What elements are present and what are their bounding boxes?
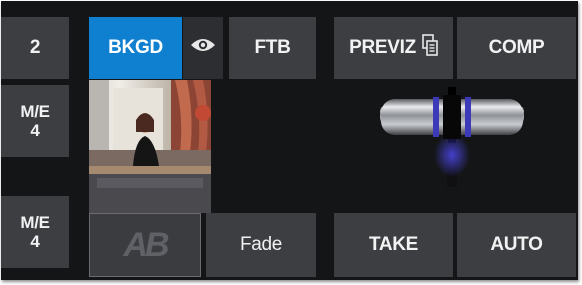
- fade-button[interactable]: Fade: [206, 213, 316, 277]
- comp-button[interactable]: COMP: [457, 17, 576, 79]
- copy-icon: [422, 34, 438, 62]
- transition-preview-thumbnail: [89, 80, 211, 213]
- comp-label: COMP: [488, 37, 545, 58]
- previz-label: PREVIZ: [349, 37, 416, 58]
- input-2-label: 2: [29, 37, 41, 58]
- ftb-button[interactable]: FTB: [229, 17, 316, 79]
- fade-label: Fade: [239, 234, 283, 255]
- bkgd-button[interactable]: BKGD: [89, 17, 182, 79]
- me4-bottom-line2: 4: [30, 232, 40, 251]
- preview-eye-button[interactable]: [183, 17, 223, 79]
- auto-button[interactable]: AUTO: [457, 213, 576, 277]
- transition-ab-button[interactable]: AB: [89, 213, 201, 277]
- me4-top-button[interactable]: M/E 4: [1, 85, 69, 157]
- t-bar-slider[interactable]: [377, 87, 527, 191]
- previz-button[interactable]: PREVIZ: [334, 17, 453, 79]
- input-2-button[interactable]: 2: [1, 17, 69, 79]
- me4-top-line1: M/E: [20, 102, 50, 121]
- eye-icon: [190, 37, 216, 59]
- take-label: TAKE: [368, 234, 419, 255]
- switcher-panel: 2 M/E 4 M/E 4 BKGD FTB AB Fade PREVIZ CO…: [1, 1, 578, 280]
- bkgd-label: BKGD: [108, 37, 163, 58]
- ab-label: AB: [123, 225, 169, 264]
- take-button[interactable]: TAKE: [334, 213, 453, 277]
- me4-top-line2: 4: [30, 121, 40, 140]
- me4-bottom-line1: M/E: [20, 213, 50, 232]
- me4-bottom-button[interactable]: M/E 4: [1, 196, 69, 268]
- auto-label: AUTO: [490, 234, 543, 255]
- ftb-label: FTB: [254, 37, 291, 58]
